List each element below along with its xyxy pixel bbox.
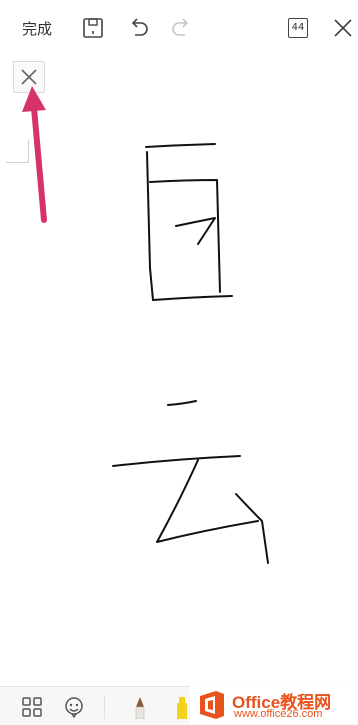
page-count-badge[interactable]: 44	[288, 18, 308, 38]
top-toolbar: 完成 44	[0, 0, 358, 58]
templates-icon[interactable]	[20, 695, 44, 719]
close-icon[interactable]	[330, 15, 356, 41]
pen-brown-icon[interactable]	[128, 695, 152, 719]
sticker-icon[interactable]	[62, 695, 86, 719]
done-button[interactable]: 完成	[22, 17, 52, 41]
office-logo-icon	[200, 691, 224, 719]
watermark: Office教程网 www.office26.com	[190, 686, 358, 724]
save-icon[interactable]	[80, 15, 106, 41]
redo-icon[interactable]	[168, 15, 194, 41]
annotation-arrow	[22, 86, 47, 223]
watermark-url: www.office26.com	[234, 708, 323, 720]
undo-icon[interactable]	[126, 15, 152, 41]
toolbar-divider	[104, 695, 105, 719]
